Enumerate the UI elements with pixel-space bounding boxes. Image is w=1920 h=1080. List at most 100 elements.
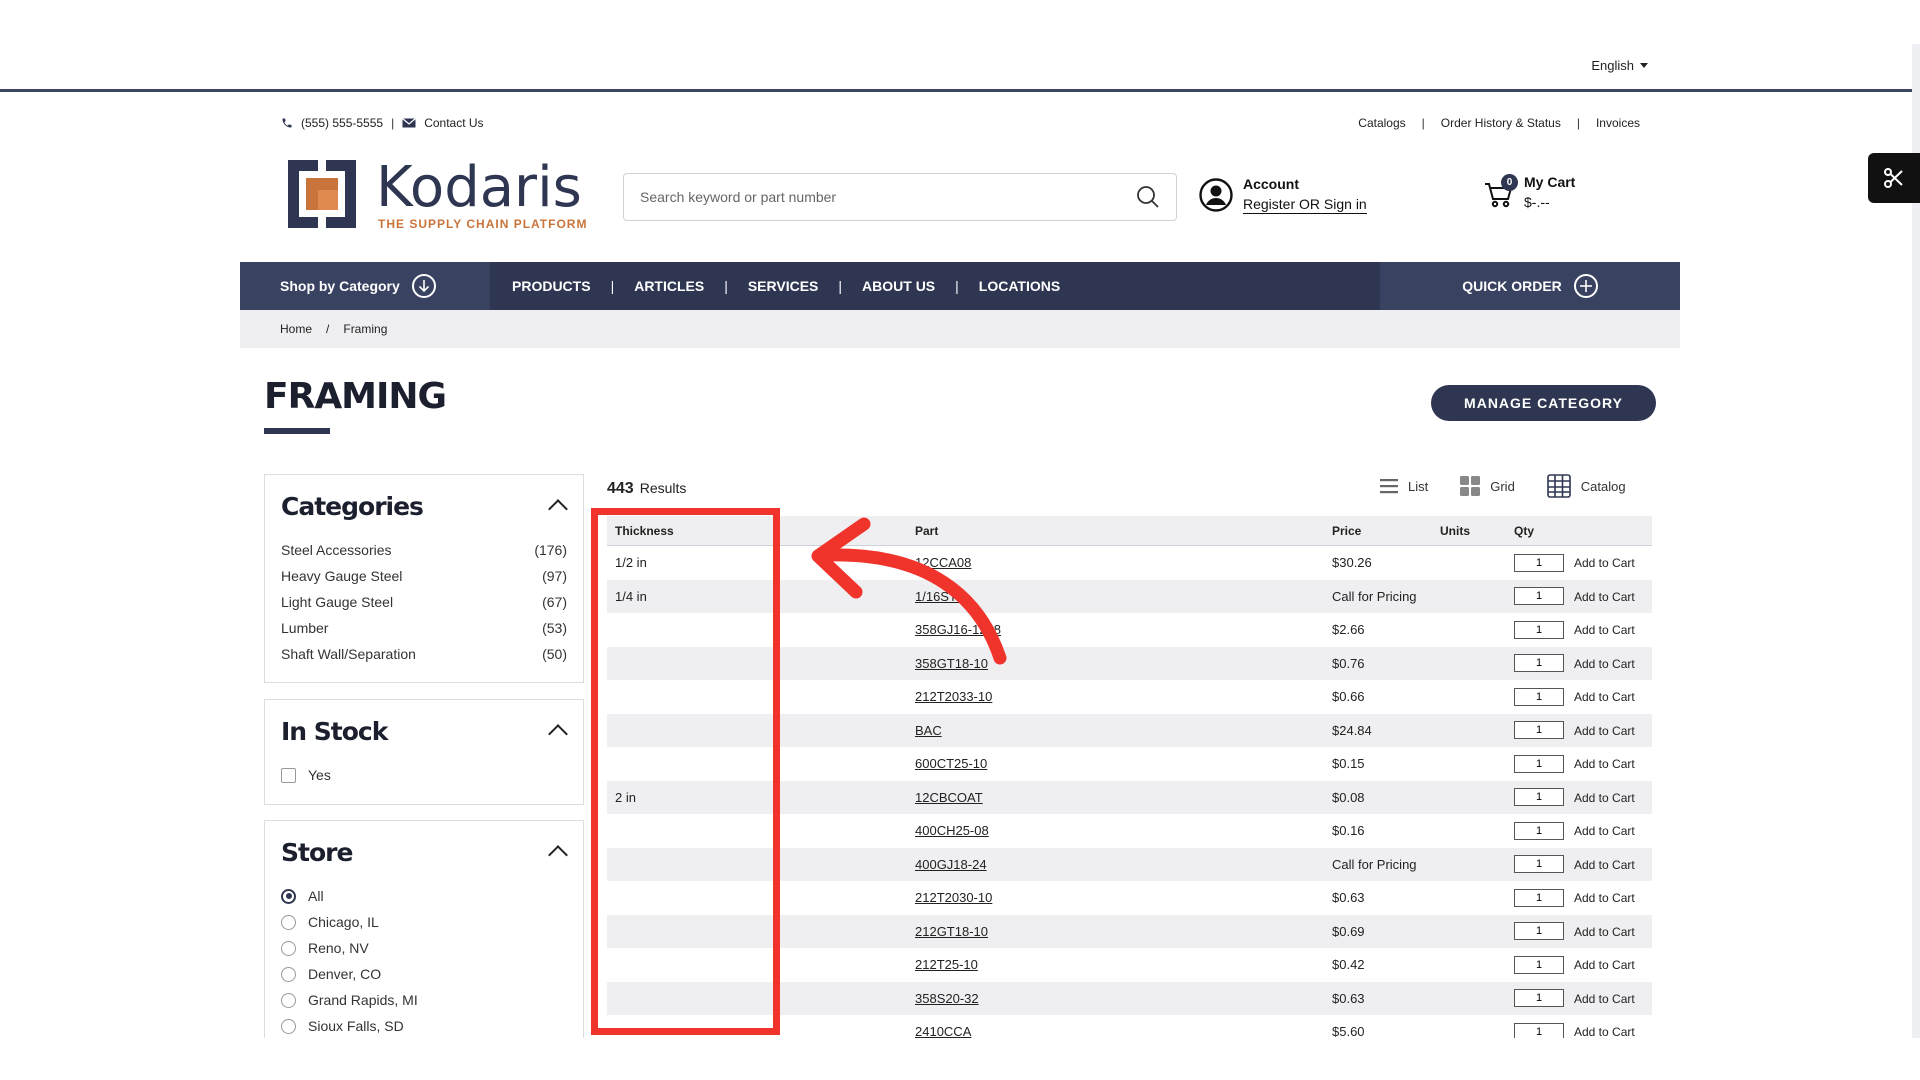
store-radio[interactable] bbox=[281, 992, 296, 1008]
language-select[interactable]: English bbox=[1591, 58, 1648, 73]
in-stock-yes-option[interactable]: Yes bbox=[265, 762, 583, 788]
invoices-link[interactable]: Invoices bbox=[1596, 116, 1640, 130]
tools-button[interactable] bbox=[1868, 153, 1920, 203]
qty-input[interactable] bbox=[1514, 922, 1564, 941]
cart-widget[interactable]: 0 My Cart $-.-- bbox=[1484, 174, 1575, 210]
qty-cell bbox=[1506, 821, 1566, 840]
add-to-cart-button[interactable]: Add to Cart bbox=[1574, 623, 1635, 637]
store-option-reno[interactable]: Reno, NV bbox=[265, 935, 583, 961]
breadcrumb-home[interactable]: Home bbox=[280, 322, 312, 336]
qty-input[interactable] bbox=[1514, 587, 1564, 606]
part-link[interactable]: 212T25-10 bbox=[915, 957, 978, 972]
store-radio[interactable] bbox=[281, 914, 296, 930]
shop-by-category-button[interactable]: Shop by Category bbox=[240, 262, 490, 310]
add-to-cart-button[interactable]: Add to Cart bbox=[1574, 824, 1635, 838]
qty-input[interactable] bbox=[1514, 620, 1564, 639]
qty-input[interactable] bbox=[1514, 754, 1564, 773]
add-to-cart-button[interactable]: Add to Cart bbox=[1574, 791, 1635, 805]
column-header-thickness[interactable]: Thickness bbox=[607, 524, 907, 538]
qty-input[interactable] bbox=[1514, 687, 1564, 706]
store-radio[interactable] bbox=[281, 940, 296, 956]
manage-category-button[interactable]: MANAGE CATEGORY bbox=[1431, 385, 1656, 421]
add-to-cart-button[interactable]: Add to Cart bbox=[1574, 590, 1635, 604]
add-to-cart-button[interactable]: Add to Cart bbox=[1574, 724, 1635, 738]
phone-icon bbox=[282, 118, 292, 128]
part-link[interactable]: 2410CCA bbox=[915, 1024, 971, 1039]
column-header-price[interactable]: Price bbox=[1324, 524, 1432, 538]
cart-count-badge: 0 bbox=[1501, 174, 1518, 191]
part-link[interactable]: 212T2030-10 bbox=[915, 890, 992, 905]
part-link[interactable]: 212T2033-10 bbox=[915, 689, 992, 704]
qty-input[interactable] bbox=[1514, 888, 1564, 907]
qty-input[interactable] bbox=[1514, 855, 1564, 874]
nav-locations[interactable]: LOCATIONS bbox=[979, 278, 1060, 294]
categories-facet-header[interactable]: Categories bbox=[265, 475, 583, 537]
store-option-grand-rapids[interactable]: Grand Rapids, MI bbox=[265, 987, 583, 1013]
store-option-denver[interactable]: Denver, CO bbox=[265, 961, 583, 987]
contact-us-link[interactable]: Contact Us bbox=[424, 116, 483, 130]
register-sign-in-link[interactable]: Register OR Sign in bbox=[1243, 196, 1367, 214]
nav-services[interactable]: SERVICES bbox=[748, 278, 819, 294]
store-option-all[interactable]: All bbox=[265, 883, 583, 909]
view-grid-button[interactable]: Grid bbox=[1460, 476, 1515, 496]
store-option-chicago[interactable]: Chicago, IL bbox=[265, 909, 583, 935]
search-input[interactable] bbox=[640, 189, 1136, 205]
qty-input[interactable] bbox=[1514, 955, 1564, 974]
search-icon[interactable] bbox=[1136, 185, 1160, 209]
part-link[interactable]: 400GJ18-24 bbox=[915, 857, 987, 872]
in-stock-facet-header[interactable]: In Stock bbox=[265, 700, 583, 762]
part-link[interactable]: 400CH25-08 bbox=[915, 823, 989, 838]
quick-order-button[interactable]: QUICK ORDER bbox=[1380, 262, 1680, 310]
store-option-sioux-falls[interactable]: Sioux Falls, SD bbox=[265, 1013, 583, 1039]
qty-input[interactable] bbox=[1514, 654, 1564, 673]
view-list-button[interactable]: List bbox=[1380, 478, 1428, 494]
qty-input[interactable] bbox=[1514, 721, 1564, 740]
order-history-link[interactable]: Order History & Status bbox=[1441, 116, 1561, 130]
column-header-units[interactable]: Units bbox=[1432, 524, 1506, 538]
part-link[interactable]: 358GJ16-1208 bbox=[915, 622, 1001, 637]
add-to-cart-button[interactable]: Add to Cart bbox=[1574, 657, 1635, 671]
part-link[interactable]: 358GT18-10 bbox=[915, 656, 988, 671]
add-to-cart-button[interactable]: Add to Cart bbox=[1574, 690, 1635, 704]
category-item[interactable]: Lumber (53) bbox=[281, 615, 567, 641]
account-menu[interactable]: Account Register OR Sign in bbox=[1199, 176, 1367, 214]
nav-about-us[interactable]: ABOUT US bbox=[862, 278, 935, 294]
part-link[interactable]: 358S20-32 bbox=[915, 991, 979, 1006]
nav-products[interactable]: PRODUCTS bbox=[512, 278, 591, 294]
store-radio[interactable] bbox=[281, 888, 296, 904]
add-to-cart-button[interactable]: Add to Cart bbox=[1574, 925, 1635, 939]
qty-input[interactable] bbox=[1514, 788, 1564, 807]
separator: | bbox=[391, 116, 395, 130]
part-link[interactable]: BAC bbox=[915, 723, 942, 738]
part-link[interactable]: 12CCA08 bbox=[915, 555, 971, 570]
add-to-cart-button[interactable]: Add to Cart bbox=[1574, 992, 1635, 1006]
add-to-cart-button[interactable]: Add to Cart bbox=[1574, 757, 1635, 771]
nav-articles[interactable]: ARTICLES bbox=[634, 278, 704, 294]
category-item[interactable]: Steel Accessories (176) bbox=[281, 537, 567, 563]
qty-input[interactable] bbox=[1514, 553, 1564, 572]
phone-link[interactable]: (555) 555-5555 bbox=[301, 116, 383, 130]
part-link[interactable]: 1/16STR bbox=[915, 589, 966, 604]
add-to-cart-button[interactable]: Add to Cart bbox=[1574, 556, 1635, 570]
store-radio[interactable] bbox=[281, 1018, 296, 1034]
category-item[interactable]: Shaft Wall/Separation (50) bbox=[281, 641, 567, 667]
catalogs-link[interactable]: Catalogs bbox=[1358, 116, 1405, 130]
action-cell: Add to Cart bbox=[1566, 622, 1652, 637]
part-link[interactable]: 212GT18-10 bbox=[915, 924, 988, 939]
add-to-cart-button[interactable]: Add to Cart bbox=[1574, 858, 1635, 872]
view-catalog-button[interactable]: Catalog bbox=[1546, 474, 1626, 498]
column-header-part[interactable]: Part bbox=[907, 524, 1324, 538]
store-radio[interactable] bbox=[281, 966, 296, 982]
plus-circle-icon bbox=[1573, 274, 1598, 298]
add-to-cart-button[interactable]: Add to Cart bbox=[1574, 891, 1635, 905]
part-link[interactable]: 12CBCOAT bbox=[915, 790, 983, 805]
in-stock-checkbox[interactable] bbox=[281, 767, 296, 783]
category-item[interactable]: Light Gauge Steel (67) bbox=[281, 589, 567, 615]
qty-input[interactable] bbox=[1514, 821, 1564, 840]
part-link[interactable]: 600CT25-10 bbox=[915, 756, 987, 771]
category-item[interactable]: Heavy Gauge Steel (97) bbox=[281, 563, 567, 589]
brand-logo[interactable]: Kodaris THE SUPPLY CHAIN PLATFORM bbox=[284, 156, 586, 232]
add-to-cart-button[interactable]: Add to Cart bbox=[1574, 958, 1635, 972]
qty-input[interactable] bbox=[1514, 989, 1564, 1008]
store-facet-header[interactable]: Store bbox=[265, 821, 583, 883]
